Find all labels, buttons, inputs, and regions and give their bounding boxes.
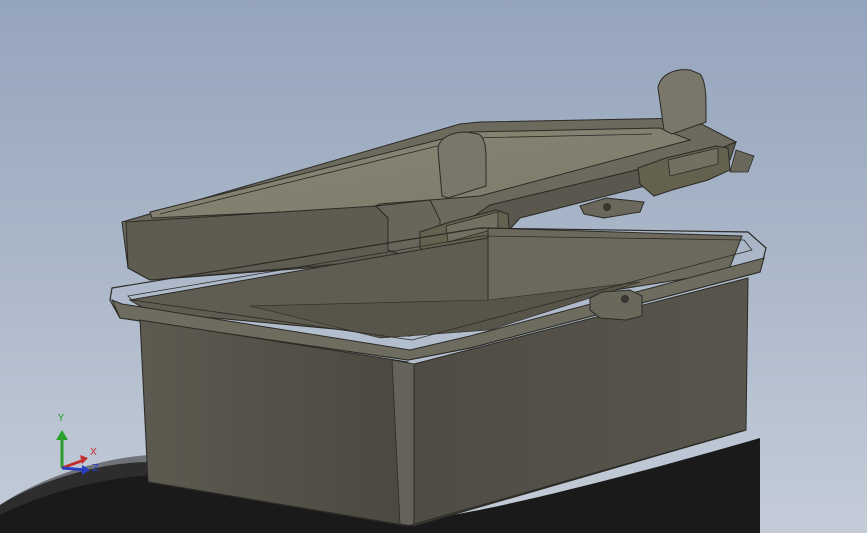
y-axis-label: Y bbox=[58, 413, 65, 424]
z-axis-arrowhead bbox=[82, 465, 90, 475]
orientation-triad[interactable]: Y X Z bbox=[48, 410, 108, 480]
y-axis-arrowhead bbox=[56, 430, 68, 440]
rear-boss-hole bbox=[603, 203, 611, 211]
base-rear-lock-boss bbox=[579, 197, 645, 219]
graphics-viewport[interactable]: Y X Z bbox=[0, 0, 867, 533]
base-front-lock-boss bbox=[589, 289, 643, 321]
x-axis-label: X bbox=[90, 447, 97, 458]
latch-right-body bbox=[657, 69, 707, 135]
x-axis-arrowhead bbox=[80, 455, 88, 464]
latch-left-body bbox=[437, 131, 487, 199]
triad-graphic bbox=[56, 430, 90, 475]
lock-boss-hole bbox=[621, 295, 629, 303]
z-axis-label: Z bbox=[92, 463, 99, 474]
model-view[interactable] bbox=[0, 0, 867, 533]
lid-rear-tab bbox=[729, 149, 755, 173]
